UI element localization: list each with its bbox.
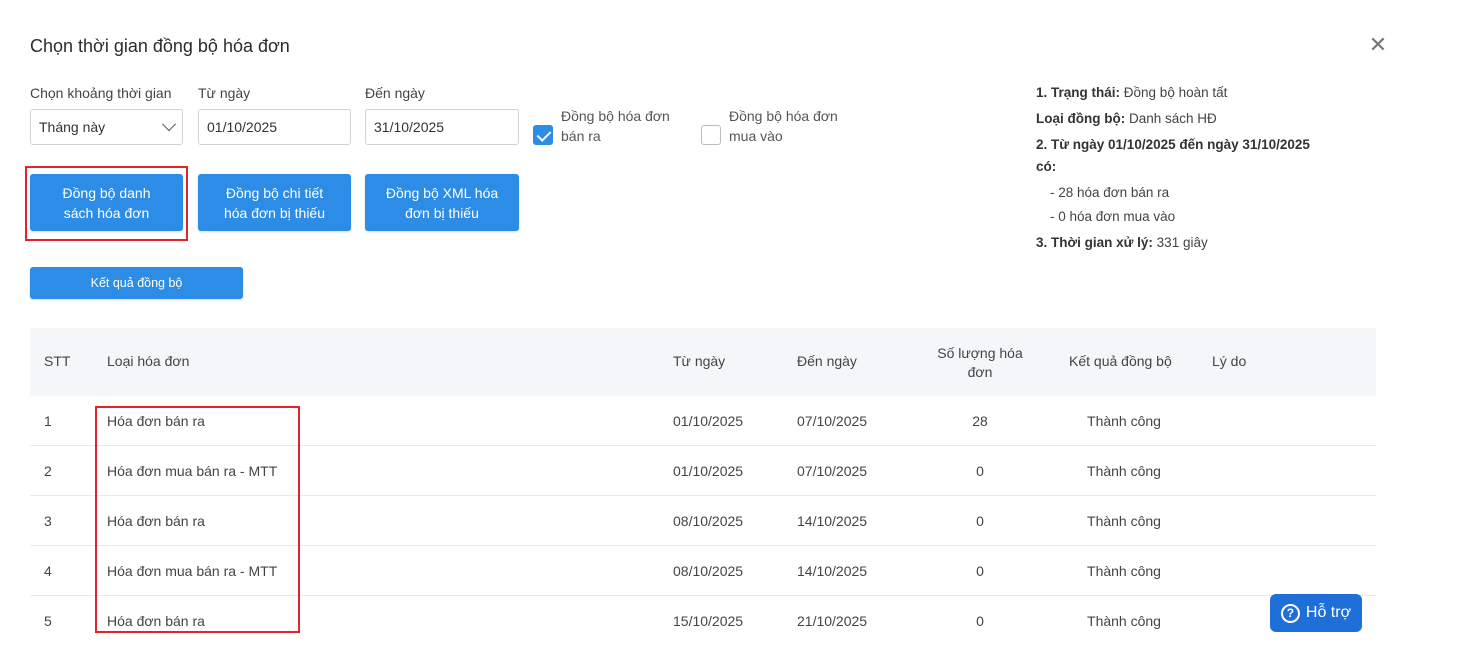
sync-purchase-label: Đồng bộ hóa đơn mua vào [729,108,838,144]
from-date-value: 01/10/2025 [207,119,278,135]
header-to-date: Đến ngày [797,353,857,369]
dialog-title: Chọn thời gian đồng bộ hóa đơn [30,36,290,56]
to-date-input[interactable]: 31/10/2025 [365,109,519,145]
sync-purchase-checkbox[interactable] [701,125,721,145]
highlight-box-invoice-type [95,406,300,633]
to-date-value: 31/10/2025 [374,119,445,135]
sync-list-button[interactable]: Đồng bộ danh sách hóa đơn [30,174,183,231]
table-header: STT Loại hóa đơn Từ ngày Đến ngày Số lượ… [30,328,1376,396]
sync-sales-label: Đồng bộ hóa đơn bán ra [561,108,670,144]
sync-missing-xml-button[interactable]: Đồng bộ XML hóa đơn bị thiếu [365,174,519,231]
sync-missing-detail-button[interactable]: Đồng bộ chi tiết hóa đơn bị thiếu [198,174,351,231]
chevron-down-icon [161,117,177,132]
to-date-label: Đến ngày [365,85,425,101]
sync-sales-checkbox[interactable] [533,125,553,145]
header-reason: Lý do [1212,353,1247,369]
question-circle-icon: ? [1280,603,1300,623]
period-select-value: Tháng này [39,119,106,135]
help-button[interactable]: ? Hỗ trợ [1270,594,1362,632]
header-invoice-type: Loại hóa đơn [107,353,190,369]
header-quantity: Số lượng hóa đơn [937,345,1023,380]
from-date-input[interactable]: 01/10/2025 [198,109,351,145]
period-label: Chọn khoảng thời gian [30,85,172,101]
sync-status-panel: 1. Trạng thái: Đồng bộ hoàn tất Loại đồn… [1036,85,1310,250]
close-icon[interactable]: ✕ [1367,34,1389,56]
header-sync-result: Kết quả đồng bộ [1069,353,1172,369]
period-select[interactable]: Tháng này [30,109,183,145]
from-date-label: Từ ngày [198,85,251,101]
header-from-date: Từ ngày [673,353,726,369]
header-stt: STT [44,353,71,369]
sync-result-button[interactable]: Kết quả đồng bộ [30,267,243,299]
help-label: Hỗ trợ [1305,604,1352,621]
